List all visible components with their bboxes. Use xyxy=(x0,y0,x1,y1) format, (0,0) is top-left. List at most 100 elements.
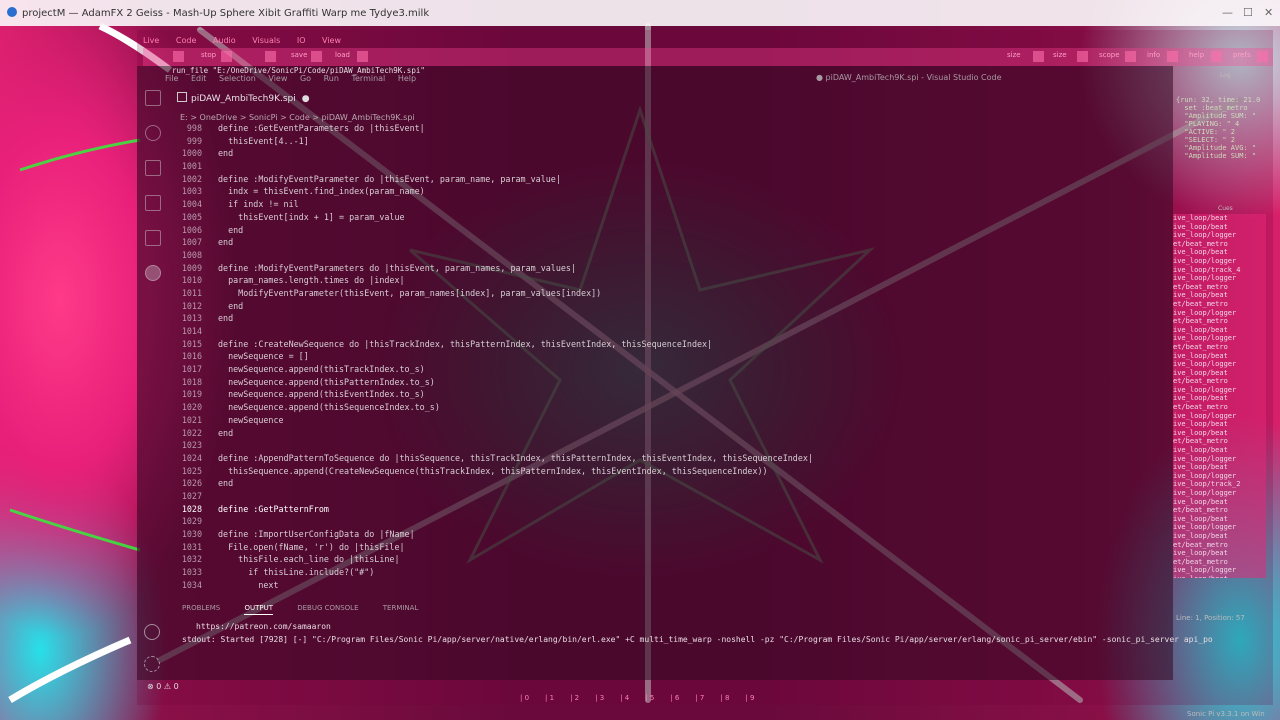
code-line[interactable]: 1004 if indx != nil xyxy=(170,198,1170,211)
code-line[interactable]: 1001 xyxy=(170,160,1170,173)
code-line[interactable]: 1023 xyxy=(170,439,1170,452)
help-icon[interactable] xyxy=(1211,51,1222,62)
stop-button[interactable]: stop xyxy=(201,51,216,59)
code-text[interactable]: define :CreateNewSequence do |thisTrackI… xyxy=(218,339,712,349)
scope-icon[interactable] xyxy=(1125,51,1136,62)
vsmenu-terminal[interactable]: Terminal xyxy=(351,74,385,83)
menu-code[interactable]: Code xyxy=(176,36,196,45)
search-icon[interactable] xyxy=(145,125,161,141)
tab-debug-console[interactable]: DEBUG CONSOLE xyxy=(297,604,358,612)
code-text[interactable]: newSequence = [] xyxy=(218,351,309,361)
load-icon[interactable] xyxy=(357,51,368,62)
code-line[interactable]: 1002 define :ModifyEventParameter do |thi… xyxy=(170,173,1170,186)
code-text[interactable]: define :GetPatternFrom xyxy=(218,504,329,514)
buffer-tab[interactable]: | 0 xyxy=(520,694,529,702)
code-line[interactable]: 1009 define :ModifyEventParameters do |th… xyxy=(170,262,1170,275)
code-text[interactable]: define :AppendPatternToSequence do |this… xyxy=(218,453,813,463)
size-up-icon[interactable] xyxy=(1077,51,1088,62)
buffer-tab[interactable]: | 1 xyxy=(545,694,554,702)
remote-icon[interactable] xyxy=(145,265,161,281)
code-line[interactable]: 1020 newSequence.append(thisSequenceInde… xyxy=(170,401,1170,414)
code-text[interactable]: newSequence xyxy=(218,415,283,425)
breadcrumb[interactable]: E: > OneDrive > SonicPi > Code > piDAW_A… xyxy=(180,113,415,122)
code-line[interactable]: 1019 newSequence.append(thisEventIndex.t… xyxy=(170,388,1170,401)
code-text[interactable]: if indx != nil xyxy=(218,199,299,209)
buffer-tab[interactable]: | 6 xyxy=(670,694,679,702)
code-text[interactable]: end xyxy=(218,225,243,235)
code-line[interactable]: 1021 newSequence xyxy=(170,414,1170,427)
code-line[interactable]: 1018 newSequence.append(thisPatternIndex… xyxy=(170,376,1170,389)
code-line[interactable]: 1017 newSequence.append(thisTrackIndex.t… xyxy=(170,363,1170,376)
vsmenu-selection[interactable]: Selection xyxy=(219,74,256,83)
vsmenu-run[interactable]: Run xyxy=(324,74,339,83)
code-line[interactable]: 1008 xyxy=(170,249,1170,262)
prefs-icon[interactable] xyxy=(1257,51,1268,62)
code-text[interactable]: end xyxy=(218,148,233,158)
menu-live[interactable]: Live xyxy=(143,36,159,45)
code-line[interactable]: 1015 define :CreateNewSequence do |thisTr… xyxy=(170,338,1170,351)
tab-modified-dot[interactable]: ● xyxy=(302,94,310,104)
code-line[interactable]: 1012 end xyxy=(170,300,1170,313)
code-line[interactable]: 1005 thisEvent[indx + 1] = param_value xyxy=(170,211,1170,224)
code-text[interactable]: param_names.length.times do |index| xyxy=(218,275,404,285)
tab-terminal[interactable]: TERMINAL xyxy=(383,604,419,612)
code-text[interactable]: newSequence.append(thisTrackIndex.to_s) xyxy=(218,364,425,374)
code-line[interactable]: 1025 thisSequence.append(CreateNewSequen… xyxy=(170,465,1170,478)
code-line[interactable]: 1016 newSequence = [] xyxy=(170,350,1170,363)
code-line[interactable]: 1024 define :AppendPatternToSequence do |… xyxy=(170,452,1170,465)
code-text[interactable]: File.open(fName, 'r') do |thisFile| xyxy=(218,542,404,552)
size-up-button[interactable]: size xyxy=(1053,51,1067,59)
code-line[interactable]: 1007 end xyxy=(170,236,1170,249)
code-editor[interactable]: 998 define :GetEventParameters do |thisEv… xyxy=(170,122,1170,592)
info-button[interactable]: info xyxy=(1147,51,1160,59)
code-line[interactable]: 1000 end xyxy=(170,147,1170,160)
account-icon[interactable] xyxy=(144,624,160,640)
close-icon[interactable]: ✕ xyxy=(1264,6,1273,19)
code-line[interactable]: 1026 end xyxy=(170,477,1170,490)
load-button[interactable]: load xyxy=(335,51,350,59)
menu-view[interactable]: View xyxy=(322,36,341,45)
status-bar[interactable]: ⊗ 0 ⚠ 0 xyxy=(147,682,179,691)
scope-button[interactable]: scope xyxy=(1099,51,1120,59)
code-text[interactable]: next xyxy=(218,580,278,590)
save-icon[interactable] xyxy=(311,51,322,62)
vsmenu-help[interactable]: Help xyxy=(398,74,416,83)
rec-icon[interactable] xyxy=(265,51,276,62)
editor-tab[interactable]: piDAW_AmbiTech9K.spi ● xyxy=(172,92,315,108)
code-text[interactable]: define :GetEventParameters do |thisEvent… xyxy=(218,123,425,133)
buffer-tab[interactable]: | 9 xyxy=(745,694,754,702)
code-line[interactable]: 1029 xyxy=(170,515,1170,528)
buffer-tab[interactable]: | 3 xyxy=(595,694,604,702)
code-text[interactable]: newSequence.append(thisSequenceIndex.to_… xyxy=(218,402,440,412)
code-line[interactable]: 1032 thisFile.each_line do |thisLine| xyxy=(170,553,1170,566)
code-line[interactable]: 998 define :GetEventParameters do |thisEv… xyxy=(170,122,1170,135)
info-icon[interactable] xyxy=(1167,51,1178,62)
code-text[interactable]: newSequence.append(thisPatternIndex.to_s… xyxy=(218,377,435,387)
source-control-icon[interactable] xyxy=(145,160,161,176)
buffer-tab[interactable]: | 7 xyxy=(695,694,704,702)
code-text[interactable]: end xyxy=(218,428,233,438)
maximize-icon[interactable]: ☐ xyxy=(1243,6,1253,19)
code-line[interactable]: 1033 if thisLine.include?("#") xyxy=(170,566,1170,579)
code-text[interactable]: indx = thisEvent.find_index(param_name) xyxy=(218,186,425,196)
buffer-tab[interactable]: | 8 xyxy=(720,694,729,702)
code-text[interactable]: newSequence.append(thisEventIndex.to_s) xyxy=(218,389,425,399)
extensions-icon[interactable] xyxy=(145,230,161,246)
code-text[interactable]: end xyxy=(218,478,233,488)
tab-output[interactable]: OUTPUT xyxy=(244,604,273,615)
code-line[interactable]: 1006 end xyxy=(170,224,1170,237)
tab-problems[interactable]: PROBLEMS xyxy=(182,604,220,612)
vsmenu-edit[interactable]: Edit xyxy=(191,74,207,83)
code-line[interactable]: 1011 ModifyEventParameter(thisEvent, par… xyxy=(170,287,1170,300)
vsmenu-go[interactable]: Go xyxy=(300,74,311,83)
code-line[interactable]: 999 thisEvent[4..-1] xyxy=(170,135,1170,148)
run-icon[interactable] xyxy=(173,51,184,62)
explorer-icon[interactable] xyxy=(145,90,161,106)
code-text[interactable]: ModifyEventParameter(thisEvent, param_na… xyxy=(218,288,601,298)
code-line[interactable]: 1003 indx = thisEvent.find_index(param_n… xyxy=(170,185,1170,198)
code-text[interactable]: define :ModifyEventParameters do |thisEv… xyxy=(218,263,576,273)
code-line[interactable]: 1014 xyxy=(170,325,1170,338)
settings-gear-icon[interactable] xyxy=(144,656,160,672)
code-text[interactable]: define :ModifyEventParameter do |thisEve… xyxy=(218,174,561,184)
code-line[interactable]: 1034 next xyxy=(170,579,1170,592)
